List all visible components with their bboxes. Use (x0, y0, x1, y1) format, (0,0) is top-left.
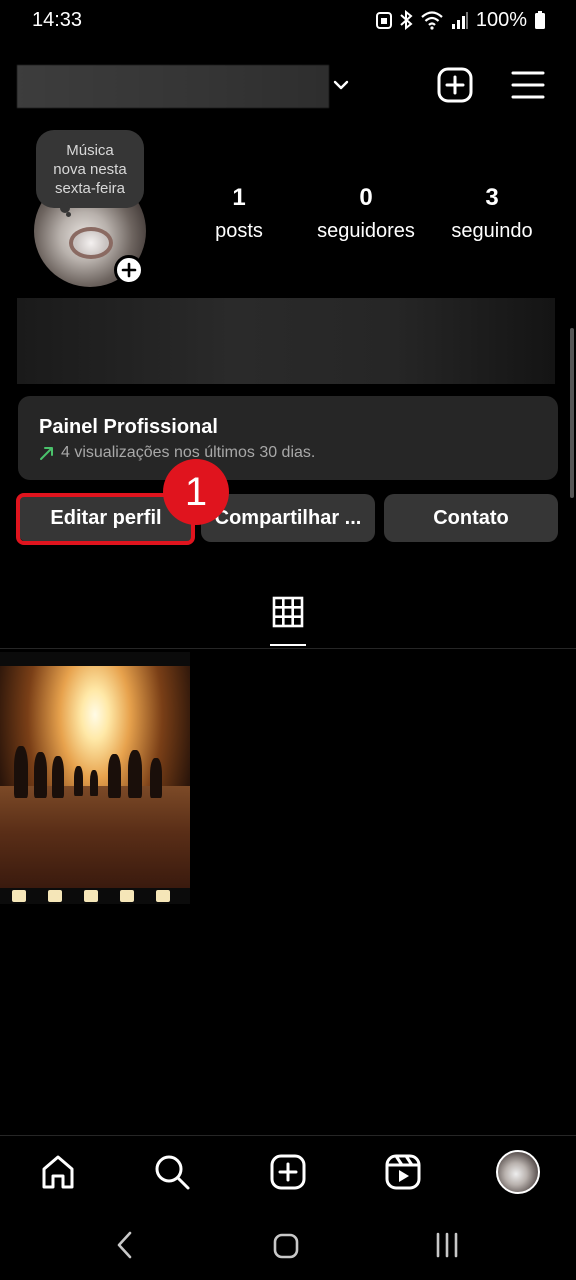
silhouette (52, 756, 64, 798)
grid-icon[interactable] (270, 594, 306, 630)
film-hole (12, 890, 26, 902)
following-label: seguindo (451, 220, 533, 242)
silhouette (74, 766, 83, 796)
battery-percent: 100% (475, 8, 527, 31)
home-icon (42, 1155, 74, 1189)
film-hole (156, 890, 170, 902)
note-tail-small (66, 212, 71, 217)
followers-value: 0 (359, 184, 373, 211)
followers-count[interactable]: 0 seguidores (306, 184, 426, 244)
recents-icon[interactable] (434, 1232, 460, 1258)
tab-divider (0, 648, 576, 649)
note-line-3: sexta-feira (54, 179, 126, 197)
active-tab-indicator (270, 644, 306, 646)
silhouette (150, 758, 162, 798)
tutorial-step-badge: 1 (163, 459, 229, 525)
nav-reels[interactable] (381, 1150, 425, 1194)
followers-label: seguidores (317, 220, 415, 242)
add-story-icon[interactable] (114, 255, 144, 285)
post-image-scene (0, 666, 190, 888)
bio-redacted (17, 298, 555, 384)
profile-note-bubble[interactable]: Música nova nesta sexta-feira (36, 130, 144, 208)
silhouette (34, 752, 47, 798)
post-image-floor (0, 786, 190, 888)
note-line-1: Música (66, 141, 114, 159)
posts-count[interactable]: 1 posts (190, 184, 288, 244)
chevron-down-icon[interactable] (331, 75, 351, 95)
plus-icon (121, 262, 137, 278)
silhouette (128, 750, 142, 798)
nav-search[interactable] (150, 1150, 194, 1194)
wifi-icon (421, 11, 443, 30)
nav-create[interactable] (266, 1150, 310, 1194)
film-strip-top (0, 652, 190, 666)
dashboard-subtitle: 4 visualizações nos últimos 30 dias. (39, 444, 315, 462)
instagram-profile-screen: 14:33 100% Música nova nesta sexta-feira… (0, 0, 576, 1280)
status-icons: 100% (375, 8, 546, 32)
menu-icon[interactable] (511, 68, 545, 102)
dashboard-title: Painel Profissional (39, 416, 218, 438)
professional-dashboard[interactable]: Painel Profissional 4 visualizações nos … (18, 396, 558, 480)
silhouette (90, 770, 98, 796)
following-value: 3 (485, 184, 499, 211)
android-home-icon[interactable] (272, 1232, 300, 1260)
battery-icon (535, 11, 545, 29)
search-icon (155, 1155, 190, 1190)
status-time: 14:33 (32, 9, 83, 31)
nav-home[interactable] (36, 1150, 80, 1194)
scrollbar[interactable] (570, 328, 574, 498)
profile-avatar-icon (496, 1150, 540, 1194)
contact-button[interactable]: Contato (384, 494, 558, 542)
create-icon (270, 1154, 306, 1190)
trend-up-icon (40, 447, 53, 460)
film-hole (120, 890, 134, 902)
android-nav-bar (0, 1216, 576, 1280)
new-post-icon[interactable] (436, 66, 474, 104)
post-thumbnail[interactable] (0, 652, 190, 904)
signal-icon (451, 12, 468, 29)
profile-header (0, 58, 576, 114)
note-line-2: nova nesta (53, 160, 127, 178)
username-redacted[interactable] (17, 65, 329, 108)
back-icon[interactable] (112, 1230, 138, 1260)
nav-profile[interactable] (496, 1150, 540, 1194)
film-hole (48, 890, 62, 902)
following-count[interactable]: 3 seguindo (440, 184, 544, 244)
film-strip-bottom (0, 888, 190, 904)
film-hole (84, 890, 98, 902)
lock-notification-icon (375, 12, 392, 29)
bottom-nav-divider (0, 1135, 576, 1136)
posts-label: posts (215, 220, 263, 242)
silhouette (14, 746, 28, 798)
reels-icon (385, 1154, 421, 1190)
bluetooth-icon (400, 10, 413, 30)
avatar-ring-image (69, 227, 113, 259)
silhouette (108, 754, 121, 798)
posts-value: 1 (232, 184, 246, 211)
status-bar: 14:33 100% (0, 0, 576, 42)
